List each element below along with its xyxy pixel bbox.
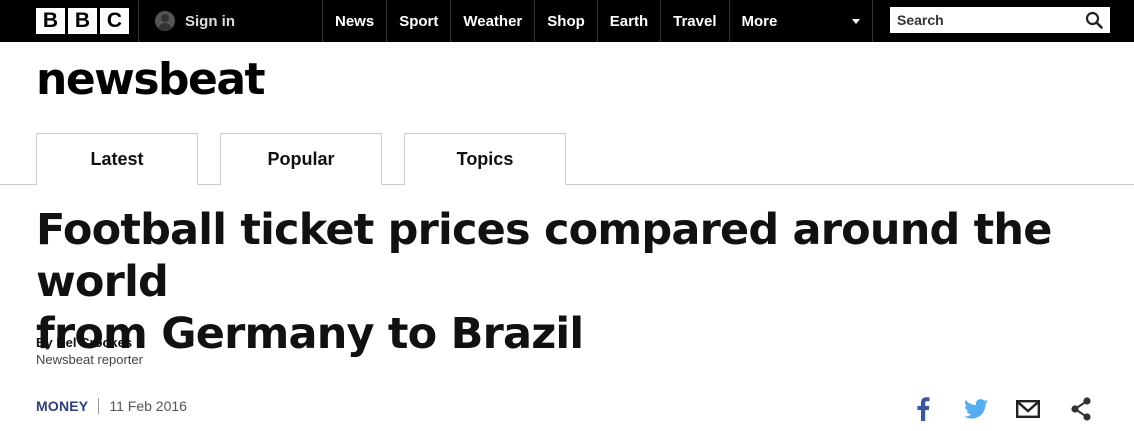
email-icon [1016, 400, 1040, 418]
publish-date: 11 Feb 2016 [109, 398, 187, 414]
article-meta: MONEY 11 Feb 2016 [36, 398, 187, 414]
headline-line: Football ticket prices compared around t… [36, 205, 1052, 307]
user-icon [155, 11, 175, 31]
article-headline: Football ticket prices compared around t… [36, 204, 1106, 360]
caret-down-icon [851, 18, 860, 24]
sign-in-link[interactable]: Sign in [155, 0, 235, 42]
search-placeholder: Search [897, 12, 944, 28]
byline: By Del Crookes Newsbeat reporter [36, 334, 143, 368]
section-tabs: Latest Popular Topics [0, 133, 1134, 185]
topic-link[interactable]: MONEY [36, 398, 88, 414]
nav-item-sport[interactable]: Sport [386, 0, 450, 42]
author-name: By Del Crookes [36, 335, 133, 350]
share-icon [1071, 397, 1091, 421]
share-button[interactable] [1068, 395, 1094, 423]
tab-topics[interactable]: Topics [404, 133, 566, 185]
nav-item-travel[interactable]: Travel [660, 0, 728, 42]
nav-more-label: More [741, 12, 778, 30]
bbc-logo[interactable]: B B C [36, 8, 129, 34]
bbc-logo-letter: B [36, 8, 65, 34]
share-facebook-button[interactable] [910, 395, 936, 423]
tab-latest[interactable]: Latest [36, 133, 198, 185]
twitter-icon [964, 399, 988, 419]
tab-popular[interactable]: Popular [220, 133, 382, 185]
nav-item-earth[interactable]: Earth [596, 0, 660, 42]
nav-item-weather[interactable]: Weather [450, 0, 534, 42]
nav-item-news[interactable]: News [322, 0, 386, 42]
facebook-icon [917, 397, 930, 421]
search-icon[interactable] [1085, 11, 1103, 29]
divider [98, 398, 100, 414]
global-navigation-bar: B B C Sign in News Sport Weather Shop Ea… [0, 0, 1134, 42]
nav-more-button[interactable]: More [728, 0, 873, 42]
sign-in-label: Sign in [185, 12, 235, 30]
author-role: Newsbeat reporter [36, 352, 143, 367]
share-email-button[interactable] [1014, 395, 1042, 423]
share-twitter-button[interactable] [962, 395, 990, 423]
bbc-logo-letter: C [100, 8, 129, 34]
divider [138, 0, 139, 42]
main-nav: News Sport Weather Shop Earth Travel Mor… [322, 0, 873, 42]
newsbeat-logo[interactable]: newsbeat [36, 54, 266, 105]
bbc-logo-letter: B [68, 8, 97, 34]
nav-item-shop[interactable]: Shop [534, 0, 597, 42]
search-box[interactable]: Search [890, 7, 1110, 33]
